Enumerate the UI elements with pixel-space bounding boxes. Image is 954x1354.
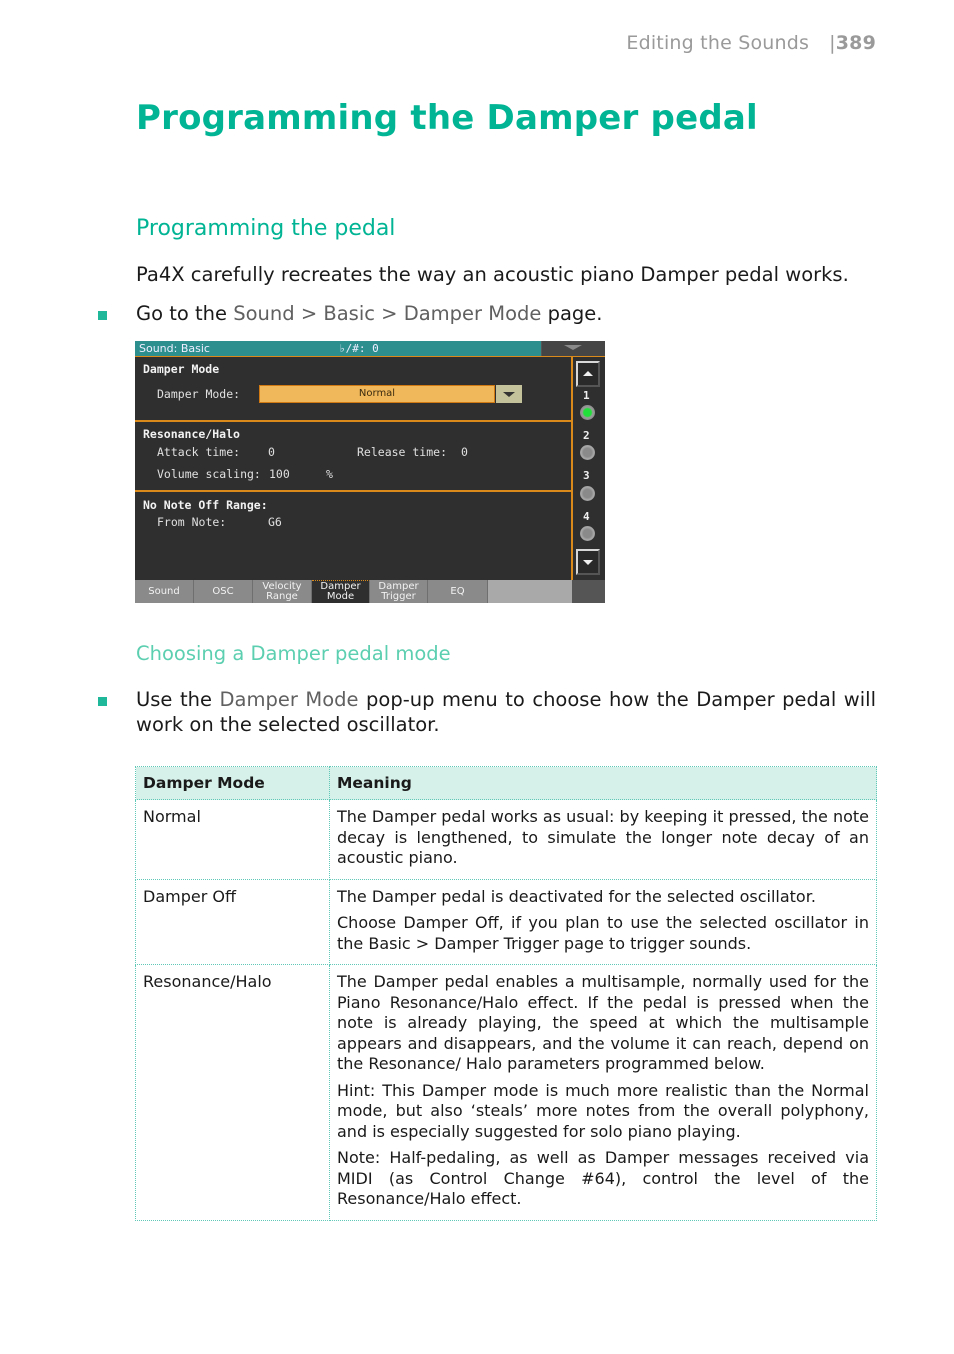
damper-mode-label: Damper Mode: <box>157 387 241 401</box>
volume-scaling-value[interactable]: 100 <box>269 467 290 481</box>
mode-cell: Normal <box>135 799 330 880</box>
damper-mode-section-title: Damper Mode <box>143 362 220 376</box>
tab-osc[interactable]: OSC <box>194 580 253 603</box>
header-separator: | <box>829 32 836 54</box>
release-time-label: Release time: <box>357 445 448 459</box>
intro-paragraph: Pa4X carefully recreates the way an acou… <box>136 263 849 286</box>
screen-title: Sound: Basic <box>139 342 210 355</box>
tab-bar-empty <box>488 580 572 603</box>
oscillator-number: 1 <box>583 389 590 402</box>
from-note-label: From Note: <box>157 515 227 529</box>
step-go-to-page: Go to the Sound > Basic > Damper Mode pa… <box>136 302 603 325</box>
table-row: Normal The Damper pedal works as usual: … <box>135 799 877 880</box>
mode-cell: Resonance/Halo <box>135 964 330 1221</box>
column-header: Damper Mode <box>135 766 330 800</box>
table-header-row: Damper Mode Meaning <box>135 766 877 800</box>
page-menu-button[interactable] <box>541 341 605 356</box>
damper-mode-table: Damper Mode Meaning Normal The Damper pe… <box>135 766 877 1221</box>
step-choose-mode: Use the Damper Mode pop-up menu to choos… <box>136 688 876 736</box>
subsection-heading: Choosing a Damper pedal mode <box>136 642 451 665</box>
transpose-readout: ♭/#: 0 <box>339 342 379 355</box>
from-note-value[interactable]: G6 <box>268 515 282 529</box>
tab-damper-trigger[interactable]: Damper Trigger <box>370 580 428 603</box>
page-number: 389 <box>835 32 876 54</box>
menu-path: Sound > Basic > Damper Mode <box>233 302 542 325</box>
release-time-value[interactable]: 0 <box>461 445 468 459</box>
tab-velocity-range[interactable]: Velocity Range <box>253 580 312 603</box>
bullet-icon <box>98 311 107 320</box>
oscillator-number: 3 <box>583 469 590 482</box>
table-row: Resonance/Halo The Damper pedal enables … <box>135 964 877 1221</box>
scroll-down-button[interactable] <box>576 549 600 575</box>
divider <box>135 490 571 492</box>
chevron-down-icon <box>503 392 515 397</box>
meaning-cell: The Damper pedal enables a multisample, … <box>329 964 877 1221</box>
device-screenshot: Sound: Basic ♭/#: 0 Damper Mode Damper M… <box>135 341 605 603</box>
page-tabs: Sound OSC Velocity Range Damper Mode Dam… <box>135 580 605 603</box>
arrow-up-icon <box>583 371 593 376</box>
oscillator-number: 4 <box>583 510 590 523</box>
page-header: Editing the Sounds |389 <box>626 32 876 54</box>
damper-mode-value: Normal <box>358 388 396 399</box>
table-row: Damper Off The Damper pedal is deactivat… <box>135 878 877 965</box>
tab-eq[interactable]: EQ <box>428 580 488 603</box>
damper-mode-dropdown[interactable]: Normal <box>259 385 495 403</box>
volume-scaling-unit: % <box>326 467 333 481</box>
section-name: Editing the Sounds <box>626 32 810 54</box>
bullet-icon <box>98 697 107 706</box>
oscillator-2-led[interactable] <box>580 445 595 460</box>
meaning-paragraph: Hint: This Damper mode is much more real… <box>337 1080 869 1141</box>
divider <box>135 420 571 422</box>
meaning-cell: The Damper pedal works as usual: by keep… <box>329 799 877 880</box>
tab-sound[interactable]: Sound <box>135 580 194 603</box>
scroll-up-button[interactable] <box>576 361 600 387</box>
mode-cell: Damper Off <box>135 878 330 965</box>
oscillator-1-led[interactable] <box>580 405 595 420</box>
section-heading: Programming the pedal <box>136 216 396 241</box>
arrow-down-icon <box>583 560 593 565</box>
meaning-paragraph: Note: Half-pedaling, as well as Damper m… <box>337 1148 869 1208</box>
meaning-paragraph: The Damper pedal enables a multisample, … <box>337 972 869 1073</box>
volume-scaling-label: Volume scaling: <box>157 467 261 481</box>
damper-mode-dropdown-button[interactable] <box>496 385 522 403</box>
menu-triangle-icon <box>564 345 582 350</box>
damper-mode-term: Damper Mode <box>219 688 359 711</box>
divider <box>135 356 605 357</box>
oscillator-3-led[interactable] <box>580 486 595 501</box>
column-header: Meaning <box>329 766 877 800</box>
page-title: Programming the Damper pedal <box>136 98 758 138</box>
attack-time-value[interactable]: 0 <box>268 445 275 459</box>
oscillator-4-led[interactable] <box>580 526 595 541</box>
meaning-paragraph: The Damper pedal works as usual: by keep… <box>337 807 869 867</box>
oscillator-number: 2 <box>583 429 590 442</box>
meaning-cell: The Damper pedal is deactivated for the … <box>329 878 877 965</box>
no-note-off-section-title: No Note Off Range: <box>143 498 268 512</box>
divider <box>571 356 573 580</box>
tab-damper-mode[interactable]: Damper Mode <box>312 580 370 603</box>
attack-time-label: Attack time: <box>157 445 241 459</box>
screen-title-bar: Sound: Basic ♭/#: 0 <box>135 341 541 356</box>
meaning-paragraph: The Damper pedal is deactivated for the … <box>337 886 816 906</box>
meaning-paragraph: Choose Damper Off, if you plan to use th… <box>337 913 869 953</box>
resonance-section-title: Resonance/Halo <box>143 427 240 441</box>
